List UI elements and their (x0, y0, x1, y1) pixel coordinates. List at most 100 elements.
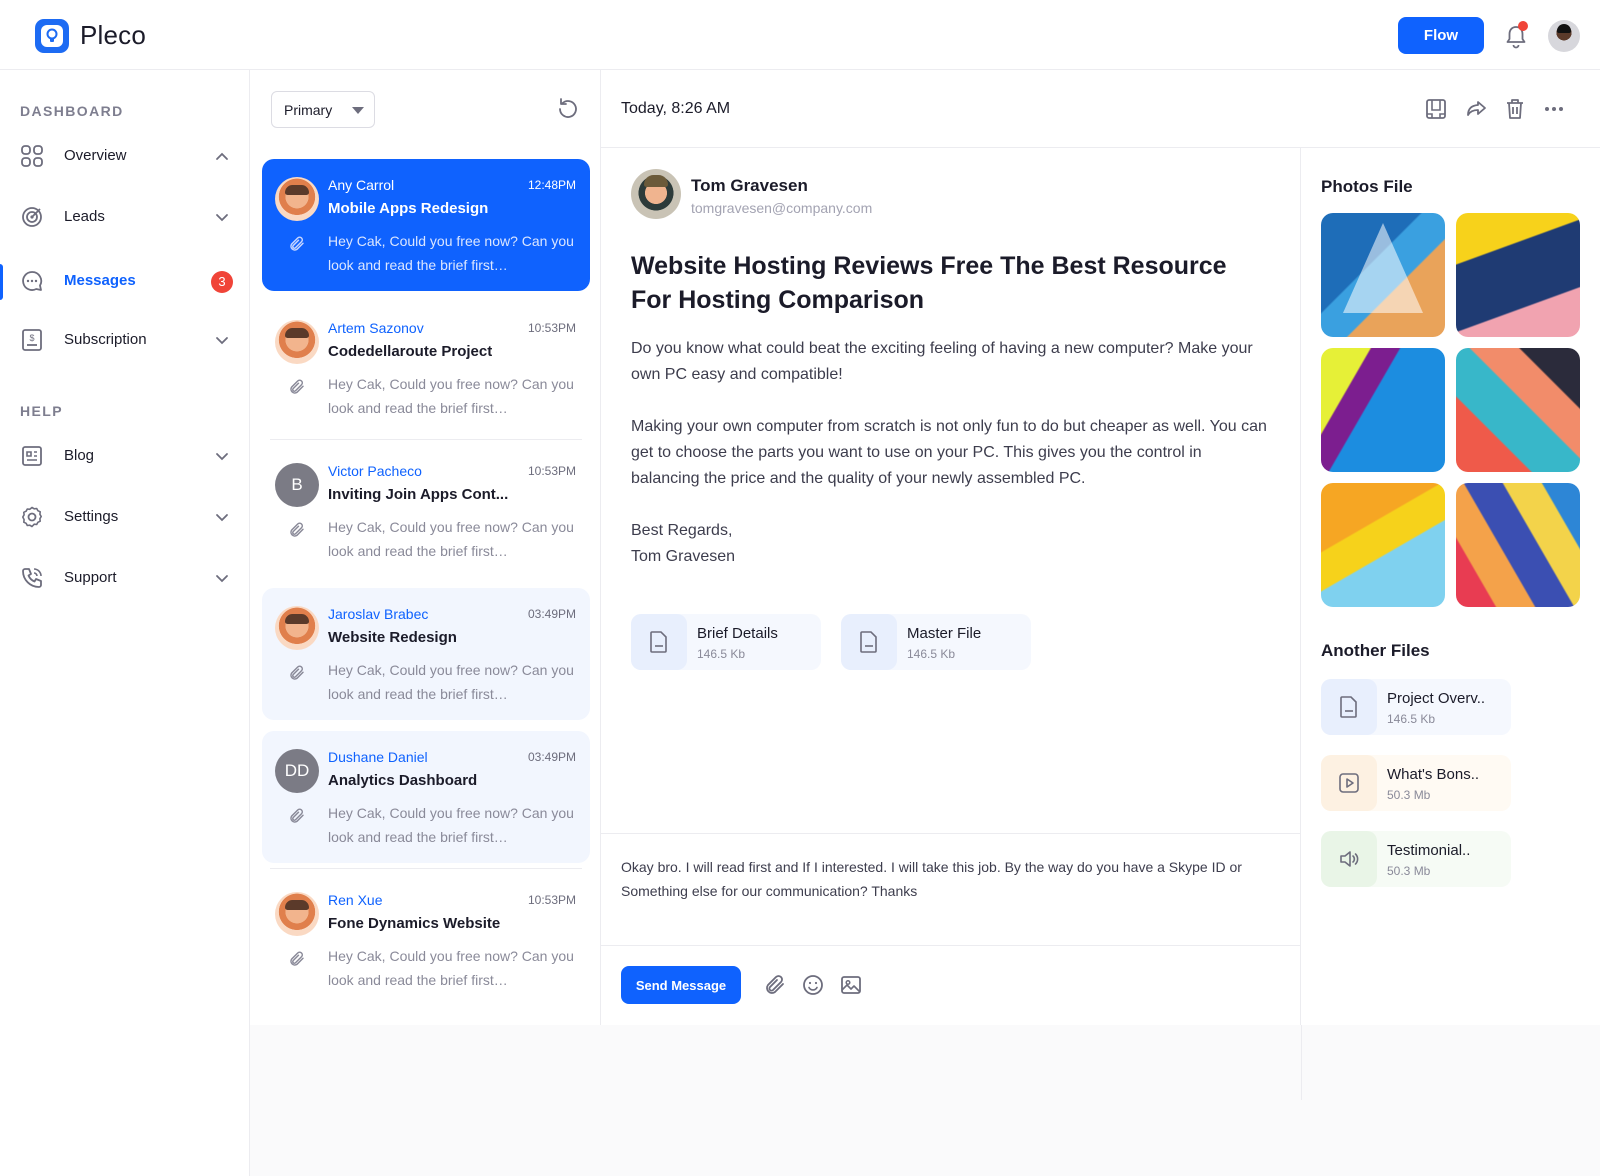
logo-icon (35, 19, 69, 53)
photo-thumbnail[interactable] (1321, 213, 1445, 337)
regards-text: Best Regards, (631, 522, 733, 539)
sidebar-item-leads[interactable]: Leads (0, 197, 249, 237)
message-time: 10:53PM (527, 893, 576, 907)
file-name: Testimonial.. (1387, 842, 1471, 859)
message-sender: Ren Xue (328, 892, 383, 908)
sidebar-item-blog[interactable]: Blog (0, 436, 249, 476)
sender-name: Tom Gravesen (691, 176, 808, 195)
list-item[interactable]: Artem Sazonov 10:53PM Codedellaroute Pro… (262, 302, 590, 434)
unread-badge: 3 (211, 271, 233, 293)
caret-down-icon (352, 107, 364, 114)
archive-icon[interactable] (1424, 97, 1448, 121)
file-icon-box (1321, 679, 1377, 735)
empty-area (250, 1025, 1600, 1176)
message-date: Today, 8:26 AM (621, 100, 731, 117)
message-time: 03:49PM (527, 750, 576, 764)
photo-thumbnail[interactable] (1321, 348, 1445, 472)
avatar: B (275, 463, 319, 507)
sender-avatar (631, 169, 681, 219)
message-sender: Any Carrol (328, 177, 395, 193)
filter-value: Primary (284, 102, 333, 118)
sidebar-item-support[interactable]: Support (0, 558, 249, 598)
message-preview: Hey Cak, Could you free now? Can you loo… (328, 662, 574, 702)
list-item[interactable]: Ren Xue 10:53PM Fone Dynamics Website He… (262, 874, 590, 1006)
message-preview: Hey Cak, Could you free now? Can you loo… (328, 948, 574, 988)
paperclip-icon (290, 236, 304, 251)
photos-title: Photos File (1321, 177, 1413, 196)
list-item[interactable]: Jaroslav Brabec 03:49PM Website Redesign… (262, 588, 590, 720)
sidebar-item-settings[interactable]: Settings (0, 497, 249, 537)
message-subject-heading: Website Hosting Reviews Free The Best Re… (631, 252, 1227, 314)
body-paragraph: Making your own computer from scratch is… (631, 418, 1267, 487)
trash-icon[interactable] (1503, 97, 1527, 121)
file-icon-box (1321, 831, 1377, 887)
avatar (275, 320, 319, 364)
message-subject: Inviting Join Apps Cont... (328, 486, 509, 503)
divider (1301, 1025, 1302, 1100)
sidebar-item-label: Support (64, 569, 117, 586)
photo-thumbnail[interactable] (1456, 348, 1580, 472)
file-size: 146.5 Kb (1387, 712, 1436, 726)
photo-thumbnail[interactable] (1321, 483, 1445, 607)
file-size: 50.3 Mb (1387, 788, 1431, 802)
paperclip-icon (290, 808, 304, 823)
divider (270, 868, 582, 869)
attachment[interactable]: Brief Details 146.5 Kb (631, 614, 821, 670)
attachment-name: Brief Details (697, 625, 778, 642)
avatar (275, 892, 319, 936)
list-item[interactable]: Any Carrol 12:48PM Mobile Apps Redesign … (262, 159, 590, 291)
message-sender: Jaroslav Brabec (328, 606, 429, 622)
message-sender: Victor Pacheco (328, 463, 422, 479)
photo-thumbnail[interactable] (1456, 213, 1580, 337)
file-icon-box (1321, 755, 1377, 811)
message-time: 10:53PM (527, 321, 576, 335)
file-item[interactable]: Testimonial.. 50.3 Mb (1321, 831, 1511, 887)
divider (601, 833, 1301, 834)
filter-dropdown[interactable]: Primary (271, 91, 375, 128)
target-icon (22, 207, 42, 227)
sidebar-item-label: Leads (64, 208, 105, 225)
file-name: Project Overv.. (1387, 690, 1486, 707)
file-item[interactable]: What's Bons.. 50.3 Mb (1321, 755, 1511, 811)
emoji-icon[interactable] (801, 973, 825, 997)
photo-thumbnail[interactable] (1456, 483, 1580, 607)
document-icon (650, 631, 667, 653)
image-icon[interactable] (839, 973, 863, 997)
body-paragraph: Do you know what could beat the exciting… (631, 340, 1253, 383)
paperclip-icon (290, 522, 304, 537)
video-icon (1339, 773, 1359, 793)
sidebar-item-overview[interactable]: Overview (0, 136, 249, 176)
message-preview: Hey Cak, Could you free now? Can you loo… (328, 376, 574, 416)
message-subject: Website Redesign (328, 629, 457, 646)
list-item[interactable]: B Victor Pacheco 10:53PM Inviting Join A… (262, 445, 590, 577)
paperclip-icon[interactable] (763, 973, 787, 997)
message-preview: Hey Cak, Could you free now? Can you loo… (328, 805, 574, 845)
chevron-up-icon (216, 152, 228, 160)
send-message-button[interactable]: Send Message (621, 966, 741, 1004)
refresh-icon[interactable] (556, 97, 580, 121)
user-avatar[interactable] (1548, 20, 1580, 52)
message-subject: Codedellaroute Project (328, 343, 493, 360)
chevron-down-icon (216, 514, 228, 522)
attachment[interactable]: Master File 146.5 Kb (841, 614, 1031, 670)
more-icon[interactable] (1542, 97, 1566, 121)
section-dashboard: DASHBOARD (20, 103, 124, 119)
file-item[interactable]: Project Overv.. 146.5 Kb (1321, 679, 1511, 735)
files-title: Another Files (1321, 641, 1430, 660)
reply-input[interactable]: Okay bro. I will read first and If I int… (621, 855, 1261, 903)
message-time: 10:53PM (527, 464, 576, 478)
list-item[interactable]: DD Dushane Daniel 03:49PM Analytics Dash… (262, 731, 590, 863)
message-sender: Dushane Daniel (328, 749, 428, 765)
flow-button[interactable]: Flow (1398, 17, 1484, 54)
attachment-name: Master File (907, 625, 982, 642)
attachment-size: 146.5 Kb (907, 647, 956, 661)
attachment-icon-box (841, 614, 897, 670)
forward-icon[interactable] (1464, 97, 1488, 121)
sidebar-item-label: Overview (64, 147, 127, 164)
sidebar-item-subscription[interactable]: $ Subscription (0, 320, 249, 360)
app-name: Pleco (80, 20, 147, 50)
grid-icon (21, 145, 43, 167)
avatar (275, 177, 319, 221)
sidebar-item-messages[interactable]: Messages 3 (0, 261, 249, 301)
avatar (275, 606, 319, 650)
